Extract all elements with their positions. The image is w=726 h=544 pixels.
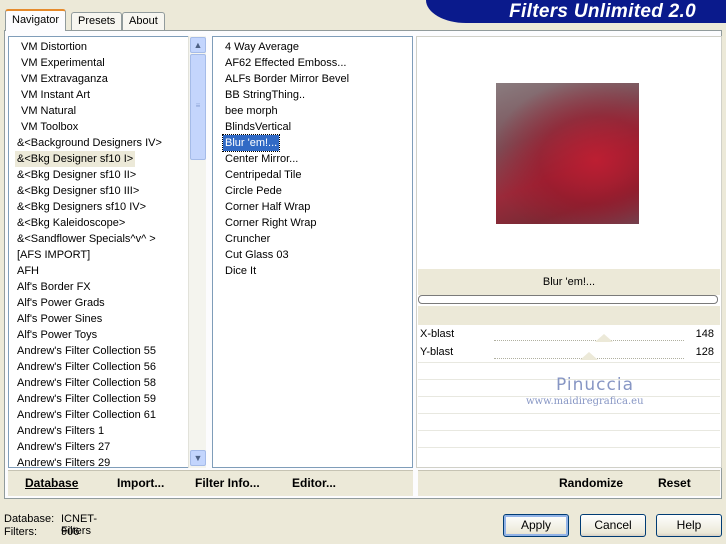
progress-bar <box>418 295 718 304</box>
param-name: Y-blast <box>420 346 454 358</box>
category-item[interactable]: Andrew's Filter Collection 58 <box>15 375 158 391</box>
filter-item[interactable]: Center Mirror... <box>223 151 300 167</box>
filter-item[interactable]: ALFs Border Mirror Bevel <box>223 71 351 87</box>
filter-item[interactable]: Centripedal Tile <box>223 167 303 183</box>
category-item[interactable]: VM Toolbox <box>19 119 80 135</box>
category-item[interactable]: AFH <box>15 263 41 279</box>
category-item[interactable]: Andrew's Filter Collection 56 <box>15 359 158 375</box>
category-item[interactable]: VM Extravaganza <box>19 71 110 87</box>
watermark-url: www.maidiregrafica.eu <box>526 396 644 407</box>
category-item[interactable]: &<Bkg Designer sf10 II> <box>15 167 138 183</box>
help-button[interactable]: Help <box>656 514 722 537</box>
tab-about[interactable]: About <box>122 12 165 30</box>
category-list[interactable]: VM Distortion VM Experimental VM Extravaga… <box>8 36 206 468</box>
filter-item[interactable]: Cruncher <box>223 231 272 247</box>
database-info-label: Database: <box>4 513 55 525</box>
tab-navigator[interactable]: Navigator <box>5 9 67 31</box>
empty-param-row <box>418 447 720 464</box>
filter-list[interactable]: 4 Way Average AF62 Effected Emboss... ALFs… <box>212 36 413 468</box>
category-item[interactable]: Alf's Power Toys <box>15 327 99 343</box>
param-value: 128 <box>695 346 714 358</box>
reset-button[interactable]: Reset <box>658 476 691 490</box>
category-item[interactable]: VM Instant Art <box>19 87 92 103</box>
scroll-up-arrow-icon[interactable]: ▲ <box>190 37 206 53</box>
filter-item[interactable]: BB StringThing.. <box>223 87 307 103</box>
randomize-button[interactable]: Randomize <box>559 476 623 490</box>
category-item[interactable]: Andrew's Filter Collection 61 <box>15 407 158 423</box>
category-item[interactable]: Andrew's Filters 27 <box>15 439 112 455</box>
filter-item[interactable]: Circle Pede <box>223 183 284 199</box>
category-item[interactable]: Andrew's Filter Collection 55 <box>15 343 158 359</box>
watermark-name: Pinuccia <box>556 375 634 395</box>
category-item[interactable]: Alf's Power Sines <box>15 311 104 327</box>
category-item[interactable]: &<Background Designers IV> <box>15 135 164 151</box>
category-item[interactable]: VM Natural <box>19 103 78 119</box>
category-item[interactable]: Alf's Power Grads <box>15 295 107 311</box>
empty-param-row <box>418 413 720 430</box>
filter-item[interactable]: Blur 'em!... <box>221 134 281 152</box>
filters-info-value: 906 <box>61 526 80 538</box>
apply-button[interactable]: Apply <box>503 514 569 537</box>
preview-image <box>496 83 639 224</box>
category-item[interactable]: VM Experimental <box>19 55 107 71</box>
filters-info: Filters: 906 <box>4 526 79 538</box>
category-item[interactable]: &<Bkg Kaleidoscope> <box>15 215 127 231</box>
filter-item[interactable]: Corner Right Wrap <box>223 215 319 231</box>
category-item[interactable]: &<Sandflower Specials^v^ > <box>15 231 158 247</box>
param-name: X-blast <box>420 328 455 340</box>
filter-item[interactable]: Cut Glass 03 <box>223 247 291 263</box>
filter-item[interactable]: Corner Half Wrap <box>223 199 312 215</box>
tab-presets[interactable]: Presets <box>71 12 123 30</box>
param-row: X-blast 148 <box>418 325 720 343</box>
filter-item[interactable]: 4 Way Average <box>223 39 301 55</box>
filter-item[interactable]: bee morph <box>223 103 280 119</box>
import-button[interactable]: Import... <box>117 476 164 490</box>
category-item[interactable]: VM Distortion <box>19 39 89 55</box>
params-header <box>418 306 720 326</box>
app-title-banner: Filters Unlimited 2.0 <box>426 0 726 23</box>
param-value: 148 <box>695 328 714 340</box>
scroll-down-arrow-icon[interactable]: ▼ <box>190 450 206 466</box>
filters-info-label: Filters: <box>4 526 37 538</box>
filter-item[interactable]: BlindsVertical <box>223 119 293 135</box>
empty-param-row <box>418 430 720 447</box>
category-item[interactable]: Alf's Border FX <box>15 279 93 295</box>
category-item[interactable]: Andrew's Filters 29 <box>15 455 112 467</box>
filter-info-button[interactable]: Filter Info... <box>195 476 260 490</box>
category-item[interactable]: &<Bkg Designers sf10 IV> <box>15 199 148 215</box>
selected-filter-label: Blur 'em!... <box>418 269 720 295</box>
cancel-button[interactable]: Cancel <box>580 514 646 537</box>
scroll-thumb[interactable]: ≡ <box>190 54 206 160</box>
category-item[interactable]: Andrew's Filter Collection 59 <box>15 391 158 407</box>
category-item[interactable]: Andrew's Filters 1 <box>15 423 106 439</box>
category-item[interactable]: &<Bkg Designer sf10 I> <box>15 151 136 167</box>
database-button[interactable]: Database <box>25 476 78 490</box>
filter-item[interactable]: AF62 Effected Emboss... <box>223 55 348 71</box>
filter-item[interactable]: Dice It <box>223 263 258 279</box>
param-slider-knob[interactable] <box>580 352 598 360</box>
database-info: Database: ICNET-Filters <box>4 513 97 537</box>
editor-button[interactable]: Editor... <box>292 476 336 490</box>
param-slider-track[interactable] <box>494 340 684 341</box>
category-item[interactable]: [AFS IMPORT] <box>15 247 92 263</box>
param-slider-knob[interactable] <box>595 334 614 342</box>
category-scrollbar[interactable]: ▲ ≡ ▼ <box>188 36 206 468</box>
category-item[interactable]: &<Bkg Designer sf10 III> <box>15 183 141 199</box>
param-row: Y-blast 128 <box>418 343 720 361</box>
